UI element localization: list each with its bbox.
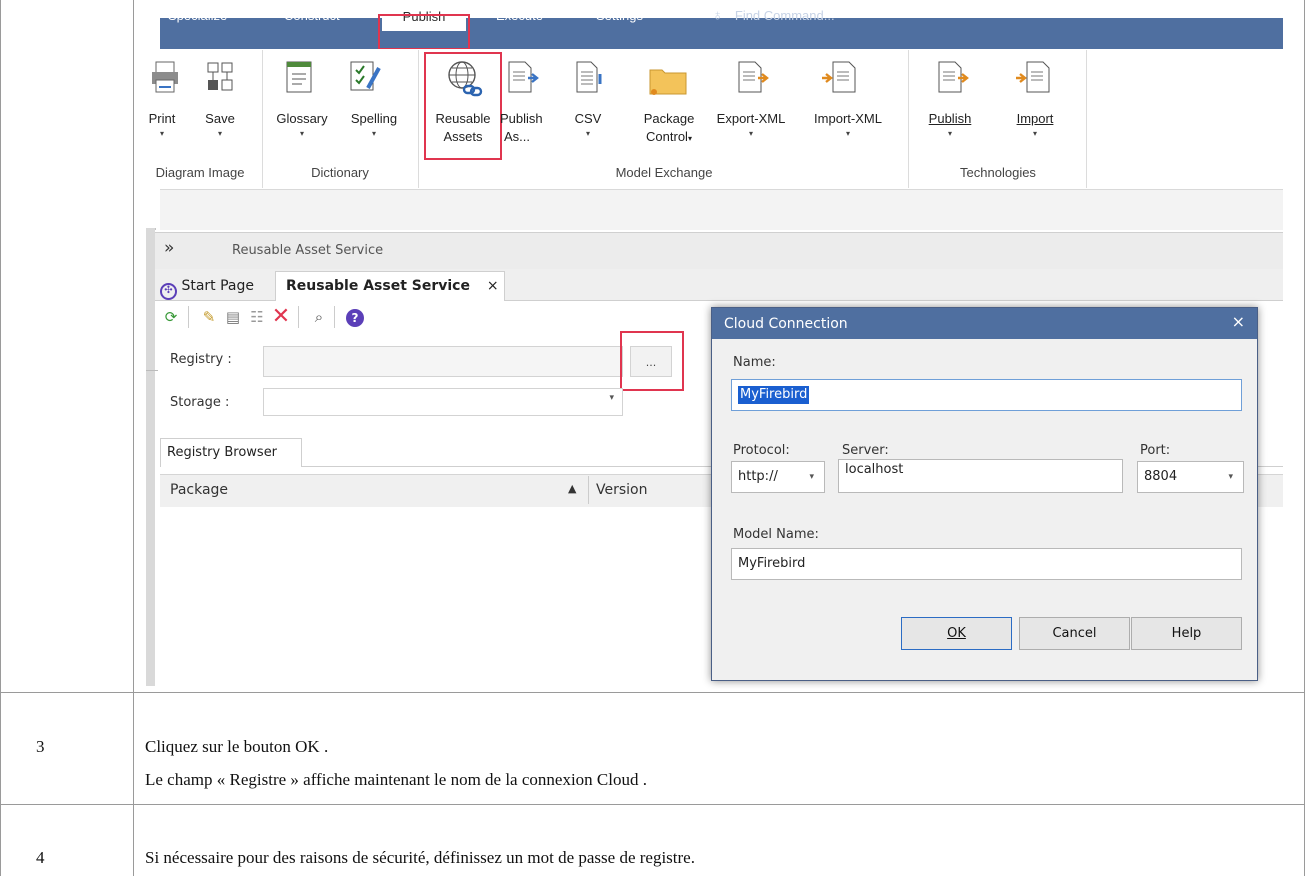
tab-execute[interactable]: Execute [496,0,543,31]
tab-start-page[interactable]: ✣ Start Page [160,272,254,300]
help-icon[interactable]: ? [344,306,366,328]
column-package[interactable]: Package [170,482,228,498]
spelling-icon [348,58,382,94]
step-text: Le champ « Registre » affiche maintenant… [145,770,647,789]
storage-select[interactable]: ▾ [263,388,623,416]
table-row-divider [0,804,1305,805]
close-tab-icon[interactable]: × [487,278,499,294]
group-separator [908,50,909,188]
toolbar-separator [298,306,299,328]
tab-settings[interactable]: Settings [596,0,643,31]
tech-import-icon [1014,60,1052,94]
lightbulb-icon: ♁ [712,7,724,24]
sort-ascending-icon: ▲ [568,482,577,495]
save-button[interactable]: Save ▾ [198,110,242,140]
group-separator [418,50,419,188]
start-page-icon: ✣ [160,283,177,300]
copy-icon[interactable]: ▤ [222,306,244,328]
table-border-mid [133,0,134,876]
properties-icon[interactable]: ☷ [246,306,268,328]
reusable-assets-button[interactable]: Reusable Assets [426,110,500,146]
publish-as-button[interactable]: Publish As... [500,110,550,146]
cancel-button[interactable]: Cancel [1019,617,1130,650]
tab-registry-browser[interactable]: Registry Browser [160,438,302,467]
group-diagram-image: Diagram Image [155,165,245,180]
step-number: 3 [36,737,45,756]
tech-import-button[interactable]: Import ▾ [1004,110,1066,140]
new-item-icon[interactable]: ✎ [198,306,220,328]
help-button[interactable]: Help [1131,617,1242,650]
server-input[interactable]: localhost [838,459,1123,493]
port-select[interactable]: 8804 ▾ [1137,461,1244,493]
ok-button[interactable]: OK [901,617,1012,650]
export-xml-icon [736,60,772,94]
chevron-down-icon: ▾ [809,472,814,482]
tech-publish-icon [936,60,972,94]
globe-link-icon [444,58,484,100]
export-xml-button[interactable]: Export-XML ▾ [708,110,794,140]
group-separator [1086,50,1087,188]
chevron-down-icon: ▾ [1228,472,1233,482]
table-border-left [0,0,1,876]
protocol-label: Protocol: [733,443,790,458]
import-xml-button[interactable]: Import-XML ▾ [796,110,900,140]
column-version[interactable]: Version [596,482,647,498]
model-name-input[interactable]: MyFirebird [731,548,1242,580]
tab-construct[interactable]: Construct [284,0,340,31]
highlight-publish-tab [378,14,470,50]
group-technologies: Technologies [960,165,1036,180]
registry-label: Registry : [170,352,232,367]
registry-field[interactable] [263,346,623,377]
spelling-button[interactable]: Spelling ▾ [340,110,408,140]
glossary-button[interactable]: Glossary ▾ [274,110,330,140]
name-label: Name: [733,355,776,370]
dialog-title: Cloud Connection [724,316,848,332]
model-name-label: Model Name: [733,527,819,542]
refresh-icon[interactable]: ⟳ [160,306,182,328]
panel-divider [146,370,158,371]
column-divider [588,476,589,504]
csv-button[interactable]: CSV ▾ [566,110,610,140]
csv-icon [574,60,604,94]
server-label: Server: [842,443,889,458]
table-row-divider [0,692,1305,693]
chevron-down-icon: ▾ [609,393,614,403]
tech-publish-button[interactable]: Publish ▾ [922,110,978,140]
collapse-chevron[interactable]: » [164,238,174,258]
group-separator [262,50,263,188]
toolbar-separator [188,306,189,328]
tab-specialize[interactable]: Specialize [168,0,227,31]
publish-as-icon [506,60,542,94]
toolbar-separator [334,306,335,328]
package-folder-icon [648,64,688,96]
package-control-button[interactable]: Package Control▾ [634,110,704,148]
delete-icon[interactable]: ✕ [270,306,292,328]
step-text: Cliquez sur le bouton OK . [145,737,329,756]
step-number: 4 [36,848,45,867]
glossary-icon [284,60,314,94]
print-button[interactable]: Print ▾ [140,110,184,140]
step-text: Si nécessaire pour des raisons de sécuri… [145,848,695,867]
close-icon[interactable]: × [1232,306,1245,338]
dialog-title-bar: Cloud Connection × [712,308,1257,339]
search-icon[interactable]: ⌕ [308,306,330,328]
storage-label: Storage : [170,395,230,410]
name-input[interactable]: MyFirebird [731,379,1242,411]
import-xml-icon [820,60,858,94]
port-label: Port: [1140,443,1171,458]
find-command[interactable]: ♁ Find Command... [712,0,835,31]
tab-reusable-asset-service[interactable]: Reusable Asset Service × [275,271,505,301]
save-icon [204,60,236,94]
group-dictionary: Dictionary [311,165,369,180]
panel-header-title: Reusable Asset Service [232,243,384,258]
protocol-select[interactable]: http:// ▾ [731,461,825,493]
print-icon [150,60,180,94]
highlight-browse-button [620,331,684,391]
group-model-exchange: Model Exchange [615,165,713,180]
